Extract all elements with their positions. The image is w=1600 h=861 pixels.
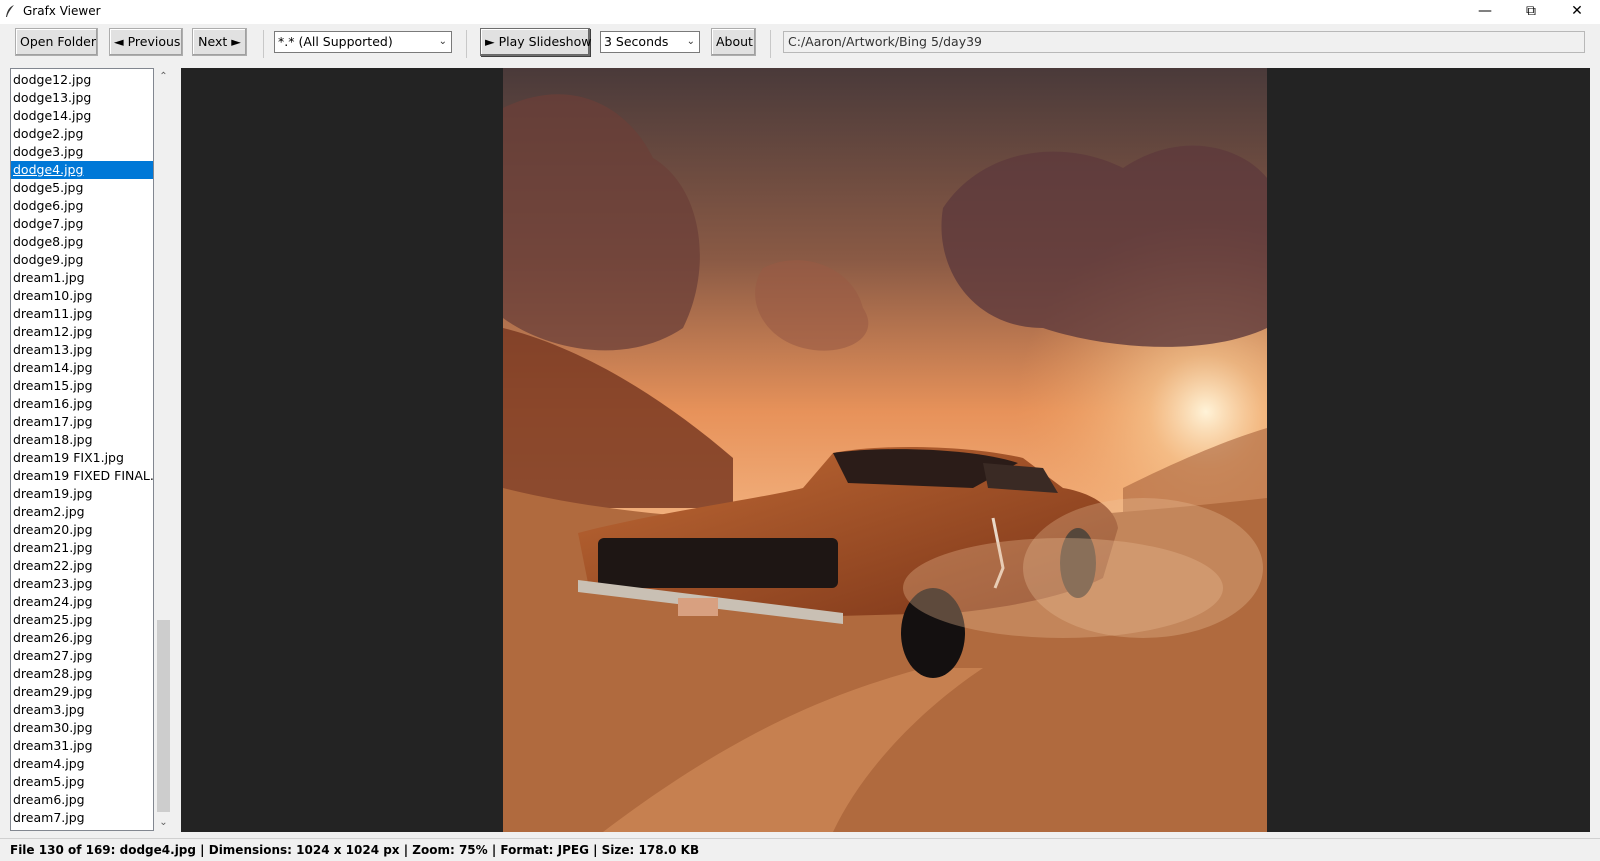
- list-item[interactable]: dream26.jpg: [11, 629, 153, 647]
- list-item[interactable]: dream12.jpg: [11, 323, 153, 341]
- list-item-selected[interactable]: dodge4.jpg: [11, 161, 153, 179]
- list-item[interactable]: dream11.jpg: [11, 305, 153, 323]
- list-item[interactable]: dream23.jpg: [11, 575, 153, 593]
- list-item[interactable]: dodge5.jpg: [11, 179, 153, 197]
- list-item[interactable]: dream19 FIXED FINAL.jpg: [11, 467, 153, 485]
- about-button[interactable]: About: [711, 28, 756, 56]
- list-item[interactable]: dodge9.jpg: [11, 251, 153, 269]
- list-item[interactable]: dream27.jpg: [11, 647, 153, 665]
- list-item[interactable]: dream28.jpg: [11, 665, 153, 683]
- chevron-down-icon: ⌄: [686, 36, 695, 47]
- file-list-items: dodge12.jpg dodge13.jpg dodge14.jpg dodge2.…: [11, 71, 153, 827]
- minimize-icon[interactable]: —: [1462, 0, 1508, 24]
- list-item[interactable]: dream17.jpg: [11, 413, 153, 431]
- list-item[interactable]: dodge13.jpg: [11, 89, 153, 107]
- chevron-down-icon[interactable]: ⌄: [155, 814, 172, 831]
- list-item[interactable]: dodge3.jpg: [11, 143, 153, 161]
- image-display: [503, 68, 1267, 832]
- toolbar-separator: [263, 30, 264, 58]
- folder-path-field: C:/Aaron/Artwork/Bing 5/day39: [783, 31, 1585, 53]
- list-item[interactable]: dream18.jpg: [11, 431, 153, 449]
- list-item[interactable]: dream24.jpg: [11, 593, 153, 611]
- list-item[interactable]: dodge14.jpg: [11, 107, 153, 125]
- file-list[interactable]: dodge12.jpg dodge13.jpg dodge14.jpg dodge2.…: [10, 68, 154, 831]
- close-icon[interactable]: ✕: [1554, 0, 1600, 24]
- list-item[interactable]: dream6.jpg: [11, 791, 153, 809]
- window-title: Grafx Viewer: [23, 4, 101, 18]
- next-button[interactable]: Next ►: [192, 28, 247, 56]
- list-item[interactable]: dream5.jpg: [11, 773, 153, 791]
- file-list-scrollbar[interactable]: ⌃ ⌄: [155, 68, 172, 831]
- title-bar: Grafx Viewer — ⧉ ✕: [0, 0, 1600, 24]
- chevron-up-icon[interactable]: ⌃: [155, 68, 172, 85]
- slideshow-interval-value: 3 Seconds: [604, 34, 669, 49]
- previous-button[interactable]: ◄ Previous: [109, 28, 183, 56]
- status-bar: File 130 of 169: dodge4.jpg | Dimensions…: [0, 838, 1600, 861]
- list-item[interactable]: dream29.jpg: [11, 683, 153, 701]
- toolbar-separator: [770, 30, 771, 58]
- list-item[interactable]: dream22.jpg: [11, 557, 153, 575]
- list-item[interactable]: dream19.jpg: [11, 485, 153, 503]
- list-item[interactable]: dream14.jpg: [11, 359, 153, 377]
- list-item[interactable]: dodge6.jpg: [11, 197, 153, 215]
- list-item[interactable]: dream13.jpg: [11, 341, 153, 359]
- list-item[interactable]: dream21.jpg: [11, 539, 153, 557]
- list-item[interactable]: dream19 FIX1.jpg: [11, 449, 153, 467]
- list-item[interactable]: dream2.jpg: [11, 503, 153, 521]
- chevron-down-icon: ⌄: [438, 36, 447, 47]
- play-slideshow-button[interactable]: ► Play Slideshow: [480, 28, 591, 56]
- list-item[interactable]: dodge2.jpg: [11, 125, 153, 143]
- list-item[interactable]: dream15.jpg: [11, 377, 153, 395]
- file-filter-value: *.* (All Supported): [278, 34, 393, 49]
- file-filter-dropdown[interactable]: *.* (All Supported) ⌄: [274, 31, 452, 53]
- open-folder-button[interactable]: Open Folder: [15, 28, 98, 56]
- list-item[interactable]: dream7.jpg: [11, 809, 153, 827]
- list-item[interactable]: dream16.jpg: [11, 395, 153, 413]
- list-item[interactable]: dodge8.jpg: [11, 233, 153, 251]
- list-item[interactable]: dream1.jpg: [11, 269, 153, 287]
- slideshow-interval-dropdown[interactable]: 3 Seconds ⌄: [600, 31, 700, 53]
- toolbar-separator: [466, 30, 467, 58]
- image-viewer[interactable]: [181, 68, 1590, 832]
- list-item[interactable]: dream4.jpg: [11, 755, 153, 773]
- list-item[interactable]: dream20.jpg: [11, 521, 153, 539]
- restore-icon[interactable]: ⧉: [1508, 0, 1554, 24]
- list-item[interactable]: dream25.jpg: [11, 611, 153, 629]
- feather-icon: [6, 5, 14, 17]
- list-item[interactable]: dream10.jpg: [11, 287, 153, 305]
- list-item[interactable]: dodge12.jpg: [11, 71, 153, 89]
- list-item[interactable]: dream31.jpg: [11, 737, 153, 755]
- scrollbar-thumb[interactable]: [157, 620, 170, 812]
- list-item[interactable]: dodge7.jpg: [11, 215, 153, 233]
- list-item[interactable]: dream3.jpg: [11, 701, 153, 719]
- list-item[interactable]: dream30.jpg: [11, 719, 153, 737]
